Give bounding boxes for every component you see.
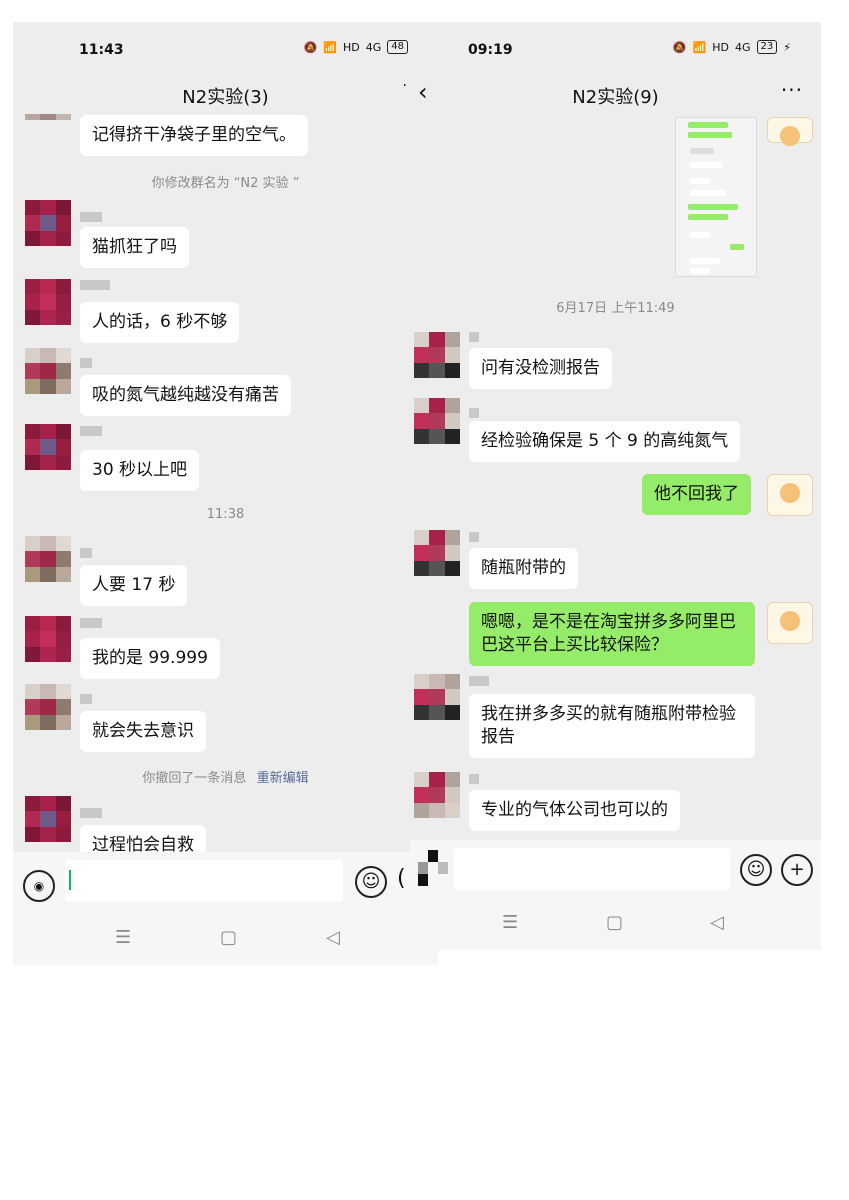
sender-name-blurred — [80, 694, 92, 704]
avatar[interactable] — [25, 684, 71, 730]
sender-name-blurred — [469, 774, 479, 784]
sender-name-blurred — [469, 408, 479, 418]
left-chat-screen: 11:43 🔕 📶 HD 4G 48 N2实验(3) · 记得挤干净袋子里的空气… — [13, 22, 438, 965]
status-icons: 🔕 📶 HD 4G 48 — [304, 40, 408, 54]
sticker-avatar[interactable] — [767, 602, 813, 644]
chat-header: ‹ N2实验(9) ··· — [410, 78, 821, 112]
back-nav-icon[interactable]: ◁ — [326, 927, 340, 948]
status-icons: 🔕 📶 HD 4G 23 ⚡ — [673, 40, 791, 54]
avatar[interactable] — [25, 424, 71, 470]
avatar[interactable] — [25, 114, 71, 132]
text-cursor — [69, 870, 71, 890]
voice-icon[interactable]: ◉ — [23, 870, 55, 902]
avatar[interactable] — [25, 200, 71, 246]
avatar[interactable] — [414, 398, 460, 444]
message-bubble: 我的是 99.999 — [80, 638, 220, 679]
menu-nav-icon[interactable]: ☰ — [115, 927, 131, 948]
sender-name-blurred — [80, 358, 92, 368]
message-bubble: 经检验确保是 5 个 9 的高纯氮气 — [469, 421, 741, 462]
hd-icon: HD — [712, 40, 729, 54]
system-message-rename: 你修改群名为 “N2 实验 ” — [151, 176, 300, 191]
chat-title: N2实验(3) — [182, 87, 269, 108]
menu-nav-icon[interactable]: ☰ — [502, 912, 518, 933]
status-bar: 09:19 🔕 📶 HD 4G 23 ⚡ — [410, 22, 821, 78]
more-icon[interactable]: ··· — [781, 78, 803, 102]
message-bubble: 随瓶附带的 — [469, 548, 578, 589]
right-chat-screen: 09:19 🔕 📶 HD 4G 23 ⚡ ‹ N2实验(9) ··· 6月17日… — [410, 22, 821, 950]
charging-icon: ⚡ — [783, 40, 791, 54]
wifi-icon: 📶 — [692, 40, 707, 54]
message-bubble: 记得挤干净袋子里的空气。 — [80, 115, 308, 156]
my-message-bubble: 嗯嗯，是不是在淘宝拼多多阿里巴巴这平台上买比较保险？ — [469, 602, 755, 666]
chat-title: N2实验(9) — [572, 87, 659, 108]
avatar[interactable] — [25, 348, 71, 394]
message-bubble: 我在拼多多买的就有随瓶附带检验报告 — [469, 694, 755, 758]
emoji-icon[interactable]: ☺ — [355, 866, 387, 898]
back-nav-icon[interactable]: ◁ — [710, 912, 724, 933]
sender-name-blurred — [80, 426, 102, 436]
sender-name-blurred — [80, 280, 110, 290]
avatar[interactable] — [25, 536, 71, 582]
image-message-thumbnail[interactable] — [675, 117, 757, 277]
mute-bell-icon: 🔕 — [303, 40, 318, 54]
sender-name-blurred — [469, 676, 489, 686]
message-input[interactable] — [454, 848, 730, 890]
signal-icon: 4G — [365, 40, 382, 54]
timestamp: 11:38 — [206, 507, 245, 522]
message-bubble: 30 秒以上吧 — [80, 450, 200, 491]
timestamp: 6月17日 上午11:49 — [556, 301, 675, 316]
status-time: 11:43 — [79, 42, 124, 58]
avatar[interactable] — [25, 616, 71, 662]
battery-icon: 23 — [756, 40, 778, 54]
emoji-icon[interactable]: ☺ — [740, 854, 772, 886]
status-bar: 11:43 🔕 📶 HD 4G 48 — [13, 22, 438, 78]
system-nav-bar: ☰ ▢ ◁ — [410, 900, 821, 950]
message-bubble: 问有没检测报告 — [469, 348, 612, 389]
home-nav-icon[interactable]: ▢ — [606, 912, 623, 933]
message-bubble: 就会失去意识 — [80, 711, 206, 752]
sender-name-blurred — [80, 808, 102, 818]
sticker-avatar[interactable] — [767, 117, 813, 146]
input-bar: ☺ + — [410, 840, 821, 904]
chat-header: N2实验(3) · — [13, 78, 438, 112]
status-time: 09:19 — [468, 42, 513, 58]
input-bar: ◉ ☺ ( — [13, 852, 438, 916]
sticker-avatar[interactable] — [767, 474, 813, 516]
message-bubble: 人要 17 秒 — [80, 565, 188, 606]
more-icon[interactable]: · — [403, 78, 408, 94]
mute-bell-icon: 🔕 — [672, 40, 687, 54]
message-input[interactable] — [65, 860, 343, 902]
sender-name-blurred — [469, 332, 479, 342]
avatar[interactable] — [414, 674, 460, 720]
system-nav-bar: ☰ ▢ ◁ — [13, 915, 438, 965]
avatar[interactable] — [414, 772, 460, 818]
sender-name-blurred — [80, 212, 102, 222]
signal-icon: 4G — [735, 40, 751, 54]
hd-icon: HD — [342, 40, 360, 54]
message-bubble: 猫抓狂了吗 — [80, 227, 189, 268]
plus-icon[interactable]: + — [781, 854, 813, 886]
message-bubble: 专业的气体公司也可以的 — [469, 790, 680, 831]
re-edit-link[interactable]: 重新编辑 — [257, 771, 309, 786]
message-bubble: 人的话，6 秒不够 — [80, 302, 240, 343]
avatar[interactable] — [25, 796, 71, 842]
avatar[interactable] — [414, 530, 460, 576]
system-message-recall: 你撤回了一条消息 重新编辑 — [13, 767, 438, 786]
avatar[interactable] — [414, 332, 460, 378]
wifi-icon: 📶 — [323, 40, 337, 54]
sender-name-blurred — [80, 548, 92, 558]
sender-name-blurred — [469, 532, 479, 542]
battery-icon: 48 — [387, 40, 408, 54]
voice-icon-obscured[interactable] — [418, 850, 448, 886]
recall-text: 你撤回了一条消息 — [142, 771, 247, 786]
message-bubble: 吸的氮气越纯越没有痛苦 — [80, 375, 291, 416]
avatar[interactable] — [25, 279, 71, 325]
my-message-bubble: 他不回我了 — [642, 474, 751, 515]
sender-name-blurred — [80, 618, 102, 628]
home-nav-icon[interactable]: ▢ — [220, 927, 237, 948]
plus-icon-partial[interactable]: ( — [397, 866, 406, 891]
